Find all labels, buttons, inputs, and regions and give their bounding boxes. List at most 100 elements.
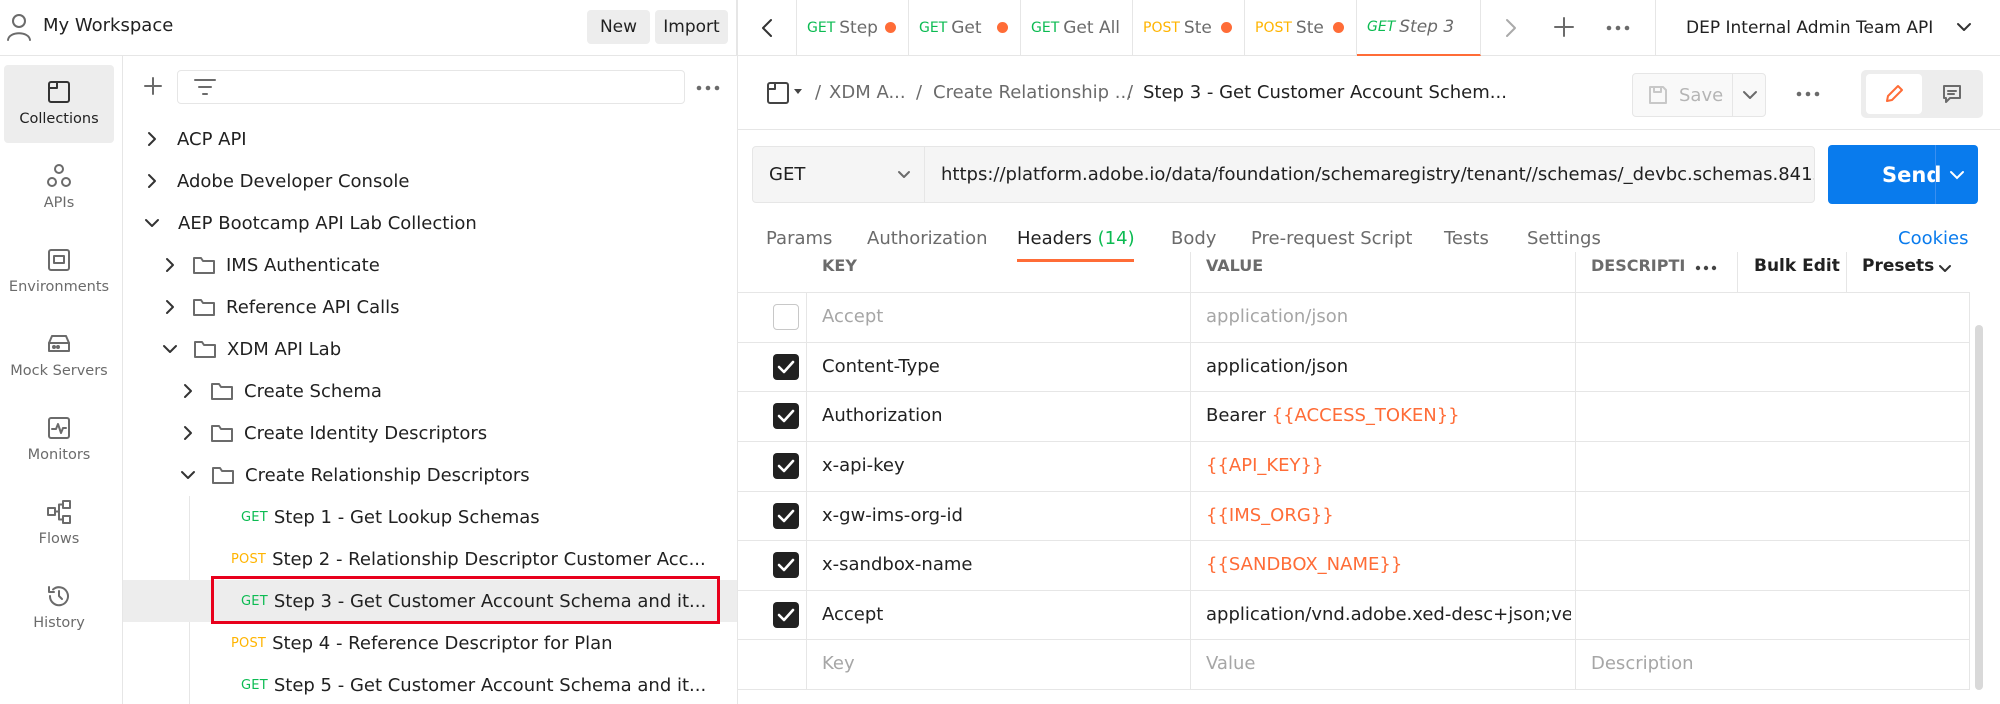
rail-apis[interactable]: APIs	[4, 149, 114, 227]
tab-tests[interactable]: Tests	[1444, 228, 1489, 249]
tree-item-xdm-api-lab[interactable]: XDM API Lab	[123, 328, 737, 370]
row-checkbox[interactable]	[773, 602, 799, 628]
header-key[interactable]: Accept	[822, 306, 883, 327]
unsaved-dot-icon	[1221, 22, 1232, 33]
chevron-down-icon	[145, 219, 159, 227]
header-key[interactable]: Authorization	[822, 405, 943, 426]
tree-item-create-identity-descriptors[interactable]: Create Identity Descriptors	[123, 412, 737, 454]
folder-icon	[211, 383, 233, 400]
new-tab-icon[interactable]	[1553, 16, 1575, 38]
request-options-icon[interactable]	[1796, 91, 1820, 97]
bulk-edit-button[interactable]: Bulk Edit	[1754, 256, 1840, 276]
rail-label: Environments	[8, 279, 110, 295]
row-checkbox[interactable]	[773, 503, 799, 529]
breadcrumb-current[interactable]: Step 3 - Get Customer Account Schem...	[1143, 82, 1507, 103]
header-key[interactable]: Content-Type	[822, 356, 940, 377]
row-checkbox[interactable]	[773, 354, 799, 380]
breadcrumb-item[interactable]: XDM A...	[829, 82, 906, 103]
rail-collections[interactable]: Collections	[4, 65, 114, 143]
filter-input[interactable]	[177, 70, 685, 104]
tab-headers-label: Headers	[1017, 228, 1092, 249]
tab-options-icon[interactable]	[1606, 25, 1630, 31]
header-key[interactable]: Accept	[822, 604, 883, 625]
tree-item-create-relationship-descriptors[interactable]: Create Relationship Descriptors	[123, 454, 737, 496]
header-value[interactable]: application/vnd.adobe.xed-desc+json;ve..…	[1206, 604, 1571, 625]
rail-environments[interactable]: Environments	[4, 233, 114, 311]
tab-method: POST	[1255, 20, 1292, 36]
tree-item-aep-bootcamp[interactable]: AEP Bootcamp API Lab Collection	[123, 202, 737, 244]
rail-history[interactable]: History	[4, 569, 114, 647]
tree-item-acp-api[interactable]: ACP API	[123, 118, 737, 160]
tree-label: Step 4 - Reference Descriptor for Plan	[272, 632, 613, 654]
header-value[interactable]: {{API_KEY}}	[1206, 455, 1323, 476]
tab-request-4[interactable]: POST Ste	[1133, 0, 1245, 56]
rail-monitors[interactable]: Monitors	[4, 401, 114, 479]
environment-select[interactable]: DEP Internal Admin Team API	[1655, 0, 2000, 56]
header-value[interactable]: {{SANDBOX_NAME}}	[1206, 554, 1402, 575]
tab-params[interactable]: Params	[766, 228, 832, 249]
rail-flows[interactable]: Flows	[4, 485, 114, 563]
tab-headers[interactable]: Headers (14)	[1017, 228, 1135, 249]
header-value[interactable]: application/json	[1206, 306, 1348, 327]
presets-dropdown[interactable]: Presets	[1862, 256, 1934, 276]
header-value[interactable]: Bearer {{ACCESS_TOKEN}}	[1206, 405, 1460, 426]
check-icon	[777, 360, 795, 374]
tab-settings[interactable]: Settings	[1527, 228, 1601, 249]
workspace-title[interactable]: My Workspace	[43, 15, 173, 36]
tree-item-reference-api-calls[interactable]: Reference API Calls	[123, 286, 737, 328]
row-checkbox[interactable]	[773, 403, 799, 429]
send-options-icon[interactable]	[1949, 170, 1965, 180]
tab-label: Get All	[1063, 18, 1121, 38]
tab-authorization[interactable]: Authorization	[867, 228, 988, 249]
import-button[interactable]: Import	[655, 10, 728, 44]
chevron-right-icon[interactable]	[1505, 18, 1517, 38]
tab-request-active[interactable]: GET Step 3	[1357, 0, 1481, 56]
tab-request-1[interactable]: GET Step	[797, 0, 909, 56]
chevron-down-icon	[163, 345, 177, 353]
table-scrollbar[interactable]	[1975, 325, 1983, 690]
chevron-left-icon[interactable]	[761, 18, 773, 38]
edit-mode-button[interactable]	[1866, 74, 1922, 114]
tree-item-ims-authenticate[interactable]: IMS Authenticate	[123, 244, 737, 286]
add-collection-icon[interactable]	[142, 75, 164, 97]
row-checkbox[interactable]	[773, 304, 799, 330]
tree-request-step-1[interactable]: GET Step 1 - Get Lookup Schemas	[123, 496, 737, 538]
tree-label: Step 2 - Relationship Descriptor Custome…	[272, 548, 706, 570]
more-options-icon[interactable]	[696, 85, 720, 91]
row-checkbox[interactable]	[773, 552, 799, 578]
header-value[interactable]: {{IMS_ORG}}	[1206, 505, 1334, 526]
tree-item-create-schema[interactable]: Create Schema	[123, 370, 737, 412]
tab-request-5[interactable]: POST Ste	[1245, 0, 1357, 56]
header-key[interactable]: x-gw-ims-org-id	[822, 505, 963, 526]
column-options-icon[interactable]	[1695, 265, 1717, 271]
rail-mock-servers[interactable]: Mock Servers	[4, 317, 114, 395]
row-checkbox[interactable]	[773, 453, 799, 479]
tree-request-step-2[interactable]: POST Step 2 - Relationship Descriptor Cu…	[123, 538, 737, 580]
breadcrumb-item[interactable]: Create Relationship ...	[933, 82, 1132, 103]
header-value[interactable]: application/json	[1206, 356, 1348, 377]
url-input[interactable]: https://platform.adobe.io/data/foundatio…	[924, 146, 1815, 203]
comments-button[interactable]	[1924, 74, 1980, 114]
tab-label: Get	[951, 18, 982, 38]
new-value-input[interactable]: Value	[1206, 653, 1255, 674]
cookies-link[interactable]: Cookies	[1898, 228, 1968, 249]
pencil-icon	[1886, 85, 1903, 102]
save-options-button[interactable]	[1732, 73, 1766, 117]
tab-method: POST	[1143, 20, 1180, 36]
header-key[interactable]: x-api-key	[822, 455, 905, 476]
tab-request-2[interactable]: GET Get	[909, 0, 1021, 56]
new-description-input[interactable]: Description	[1591, 653, 1694, 674]
tree-request-step-5[interactable]: GET Step 5 - Get Customer Account Schema…	[123, 664, 737, 704]
tab-request-3[interactable]: GET Get All	[1021, 0, 1133, 56]
request-type-icon[interactable]	[766, 81, 806, 105]
tree-request-step-4[interactable]: POST Step 4 - Reference Descriptor for P…	[123, 622, 737, 664]
header-key[interactable]: x-sandbox-name	[822, 554, 972, 575]
tab-body[interactable]: Body	[1171, 228, 1216, 249]
tree-label: Create Identity Descriptors	[244, 422, 488, 444]
new-button[interactable]: New	[587, 10, 650, 44]
folder-icon	[194, 341, 216, 358]
chevron-down-icon[interactable]	[1956, 22, 1972, 32]
new-key-input[interactable]: Key	[822, 653, 855, 674]
tab-prerequest-script[interactable]: Pre-request Script	[1251, 228, 1412, 249]
tree-item-adobe-developer-console[interactable]: Adobe Developer Console	[123, 160, 737, 202]
